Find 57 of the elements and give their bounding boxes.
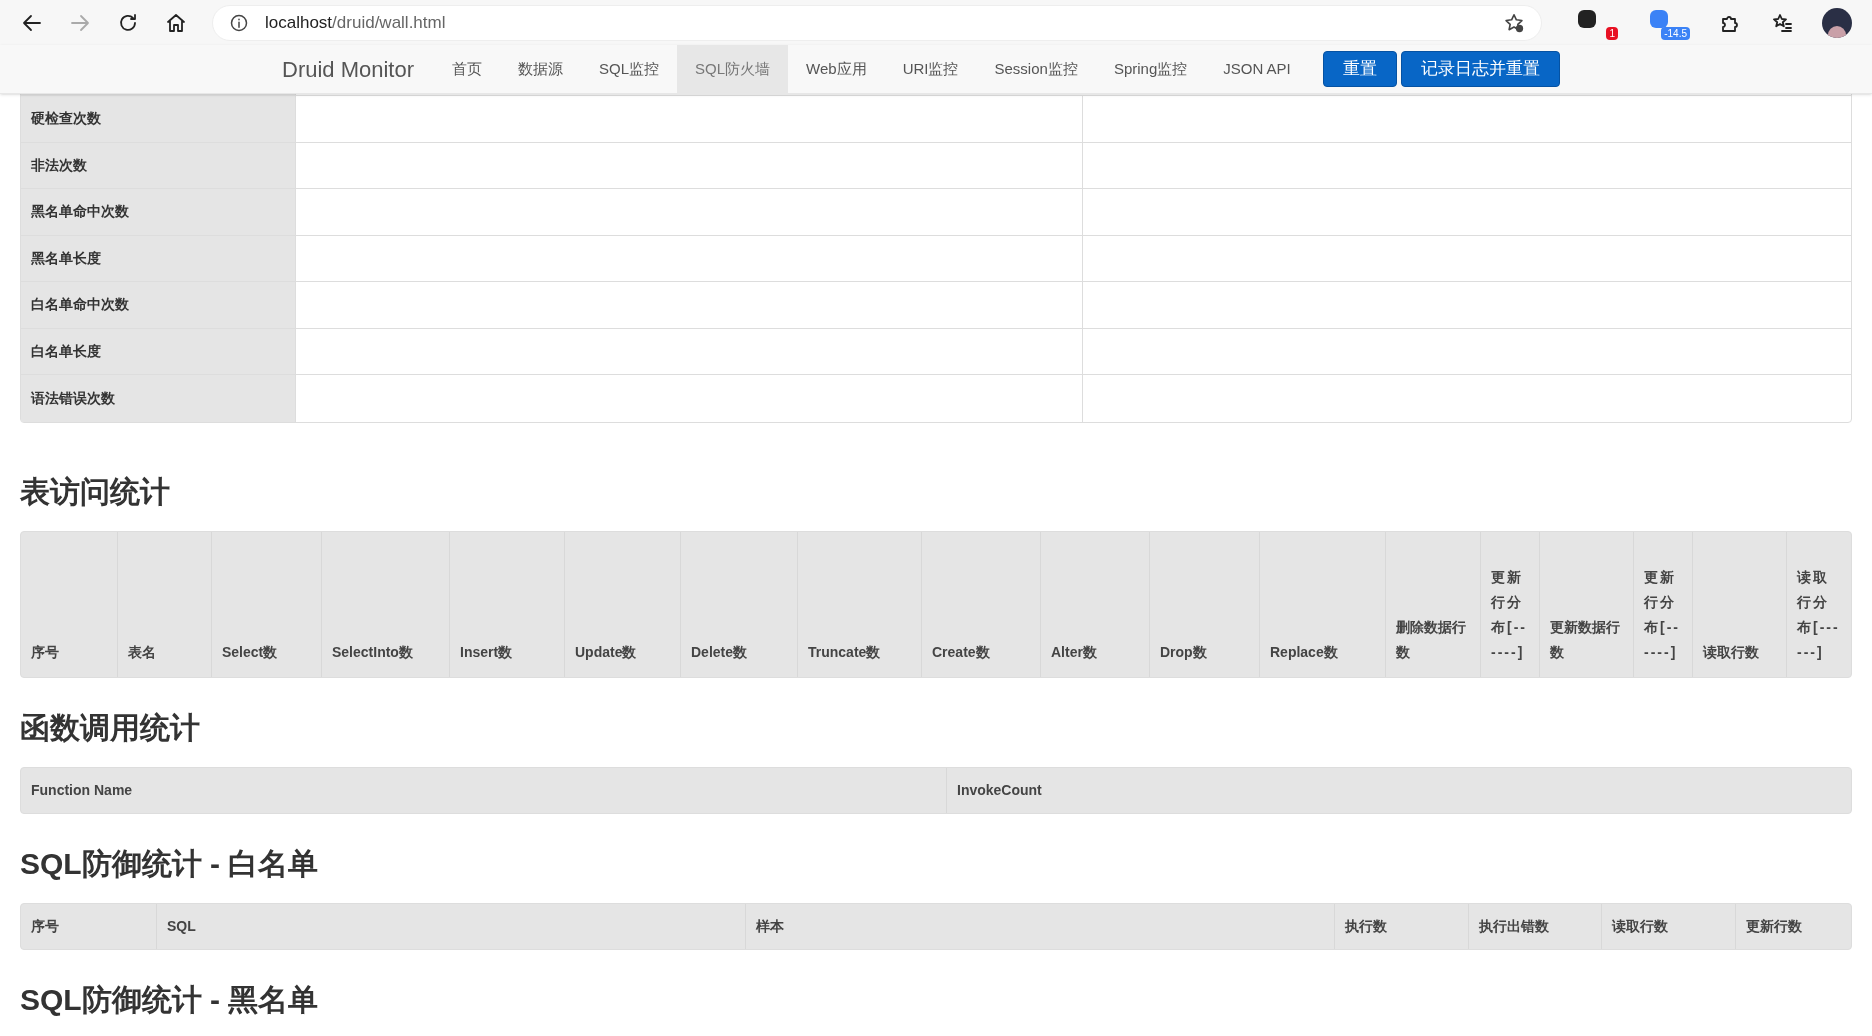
column-header: 删除数据行数 xyxy=(1385,531,1480,677)
nav-tab[interactable]: Spring监控 xyxy=(1095,45,1206,93)
row-label: 黑名单长度 xyxy=(21,235,296,281)
column-header: Drop数 xyxy=(1149,531,1259,677)
column-header: Select数 xyxy=(211,531,321,677)
row-label: 黑名单命中次数 xyxy=(21,189,296,235)
column-header: 执行数 xyxy=(1334,903,1468,949)
nav-tab[interactable]: SQL防火墙 xyxy=(677,45,789,93)
column-header: 读取行分布[------] xyxy=(1786,531,1851,677)
column-header: Create数 xyxy=(921,531,1040,677)
column-header: Insert数 xyxy=(449,531,564,677)
column-header: 样本 xyxy=(745,903,1334,949)
info-icon[interactable] xyxy=(229,12,249,33)
section-heading: 表访问统计 xyxy=(20,473,170,510)
row-label: 语法错误次数 xyxy=(21,375,296,422)
reset-button[interactable]: 重置 xyxy=(1322,51,1397,87)
url-text: localhost/druid/wall.html xyxy=(265,11,447,34)
column-header: 读取行数 xyxy=(1601,903,1735,949)
column-header: 更新行数 xyxy=(1735,903,1851,949)
badge: 1 xyxy=(1606,26,1618,40)
column-header: 序号 xyxy=(30,642,60,662)
nav-tab[interactable]: Web应用 xyxy=(788,45,885,93)
column-header: 读取行数 xyxy=(1692,531,1786,677)
nav-tab[interactable]: 首页 xyxy=(434,45,501,93)
column-header: Truncate数 xyxy=(797,531,921,677)
brand-link[interactable]: Druid Monitor xyxy=(282,45,415,93)
column-header: 更新数据行数 xyxy=(1539,531,1633,677)
star-add-icon[interactable] xyxy=(1503,11,1525,34)
section-heading: SQL防御统计 - 白名单 xyxy=(20,845,319,882)
column-header: 更新行分布[------] xyxy=(1480,531,1539,677)
column-header: InvokeCount xyxy=(946,767,1851,813)
column-header: Alter数 xyxy=(1040,531,1149,677)
column-header: Replace数 xyxy=(1259,531,1385,677)
nav-tab[interactable]: 数据源 xyxy=(500,45,582,93)
column-header: 序号 xyxy=(30,916,60,936)
section-heading: SQL防御统计 - 黑名单 xyxy=(20,981,319,1018)
avatar[interactable] xyxy=(1822,7,1852,38)
badge: -14.5 xyxy=(1661,26,1690,40)
row-label: 白名单长度 xyxy=(21,328,296,374)
column-header: 更新行分布[------] xyxy=(1633,531,1692,677)
nav-tab[interactable]: SQL监控 xyxy=(581,45,678,93)
nav-tab[interactable]: URI监控 xyxy=(884,45,977,93)
column-header: 表名 xyxy=(117,531,211,677)
column-header: Delete数 xyxy=(680,531,797,677)
nav-tab[interactable]: JSON API xyxy=(1205,45,1309,93)
column-header: 执行出错数 xyxy=(1468,903,1601,949)
row-label: 非法次数 xyxy=(21,142,296,188)
section-heading: 函数调用统计 xyxy=(20,709,200,746)
address-bar[interactable]: localhost/druid/wall.html xyxy=(212,4,1542,41)
column-header: SelectInto数 xyxy=(321,531,449,677)
column-header: Function Name xyxy=(30,780,134,800)
reset-button[interactable]: 记录日志并重置 xyxy=(1400,51,1560,87)
column-header: Update数 xyxy=(564,531,680,677)
column-header: SQL xyxy=(156,903,745,949)
row-label: 硬检查次数 xyxy=(21,96,296,142)
nav-tab[interactable]: Session监控 xyxy=(976,45,1096,93)
row-label: 白名单命中次数 xyxy=(21,282,296,328)
